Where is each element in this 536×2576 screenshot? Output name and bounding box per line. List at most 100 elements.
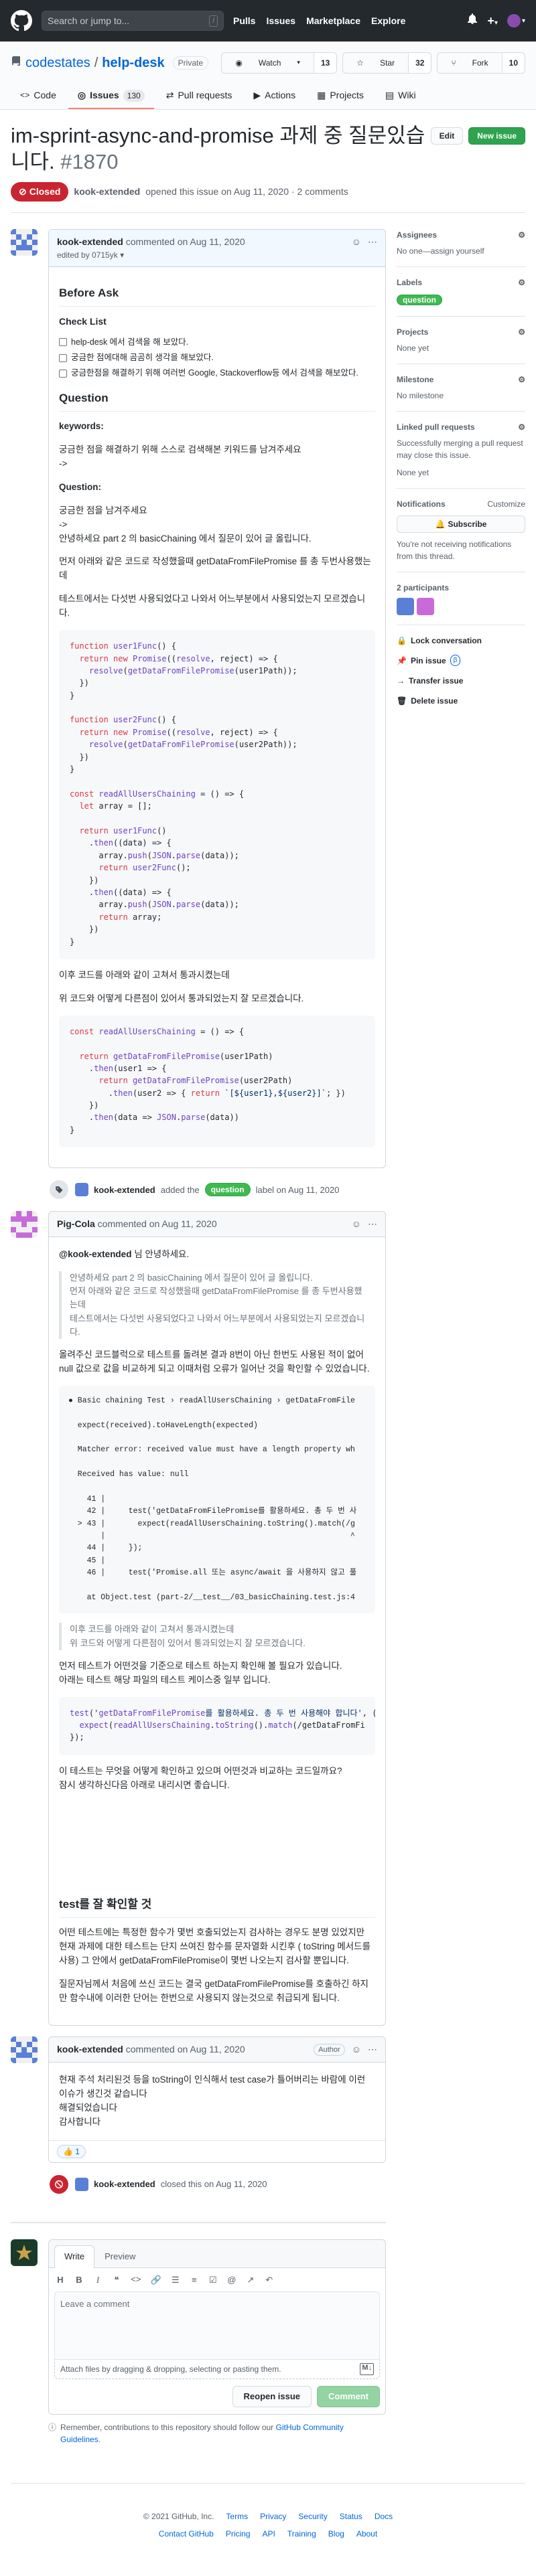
bell-icon[interactable] (467, 13, 478, 28)
checkbox[interactable] (59, 353, 67, 362)
heading-icon[interactable]: H (56, 2273, 65, 2287)
quote-icon[interactable]: ❝ (112, 2273, 121, 2287)
gear-icon[interactable]: ⚙ (518, 326, 525, 338)
gear-icon[interactable]: ⚙ (518, 421, 525, 433)
tab-wiki[interactable]: ▤ Wiki (376, 83, 425, 109)
mention-icon[interactable]: @ (227, 2273, 237, 2287)
assignees-value[interactable]: No one—assign yourself (397, 245, 525, 257)
fork-count[interactable]: 10 (501, 53, 525, 73)
footer-link-contact[interactable]: Contact GitHub (159, 2528, 214, 2540)
reply-icon[interactable]: ↶ (265, 2273, 274, 2287)
kebab-horizontal-icon[interactable]: ⋯ (368, 235, 377, 249)
bold-icon[interactable]: B (74, 2273, 84, 2287)
tab-issues[interactable]: ◎ Issues 130 (68, 83, 154, 109)
tab-write[interactable]: Write (54, 2245, 95, 2268)
footer-link-docs[interactable]: Docs (375, 2510, 393, 2522)
fork-button-group[interactable]: ⑂ Fork 10 (437, 52, 525, 74)
avatar[interactable] (11, 2239, 38, 2267)
comment-date[interactable]: commented on Aug 11, 2020 (126, 236, 245, 247)
edited-by-text[interactable]: edited by 0715yk (57, 250, 118, 260)
thumbs-up-reaction[interactable]: 👍 1 (57, 2145, 86, 2159)
gear-icon[interactable]: ⚙ (518, 229, 525, 241)
footer-link-terms[interactable]: Terms (226, 2510, 248, 2522)
unordered-list-icon[interactable]: ☰ (171, 2273, 180, 2287)
ordered-list-icon[interactable]: ≡ (190, 2273, 199, 2287)
tab-code[interactable]: <> Code (11, 83, 66, 109)
user-menu[interactable]: ▾ (507, 14, 525, 27)
nav-pulls[interactable]: Pulls (233, 14, 255, 28)
attach-files-bar[interactable]: Attach files by dragging & dropping, sel… (54, 2360, 380, 2380)
comment-date[interactable]: commented on Aug 11, 2020 (126, 2044, 245, 2055)
avatar[interactable] (11, 1211, 38, 1238)
delete-issue-link[interactable]: 🗑 Delete issue (397, 695, 525, 707)
comment-author[interactable]: kook-extended (57, 236, 123, 247)
pin-issue-link[interactable]: 📌 Pin issue β (397, 655, 525, 667)
mention-link[interactable]: @kook-extended (59, 1249, 131, 1259)
create-new-menu[interactable]: +▾ (487, 12, 498, 30)
footer-link-training[interactable]: Training (287, 2528, 316, 2540)
avatar[interactable] (75, 2178, 88, 2192)
participant-avatar[interactable] (397, 597, 414, 615)
avatar[interactable] (11, 228, 38, 256)
smiley-icon[interactable]: ☺ (352, 235, 361, 249)
footer-link-pricing[interactable]: Pricing (226, 2528, 251, 2540)
italic-icon[interactable]: I (93, 2273, 103, 2287)
tab-actions[interactable]: ▶ Actions (244, 83, 305, 109)
issue-author-link[interactable]: kook-extended (74, 185, 140, 199)
reopen-issue-button[interactable]: Reopen issue (232, 2386, 312, 2407)
watch-count[interactable]: 13 (313, 53, 337, 73)
label-question[interactable]: question (397, 294, 442, 305)
smiley-icon[interactable]: ☺ (352, 2042, 361, 2057)
event-actor[interactable]: kook-extended (94, 1184, 155, 1197)
footer-link-blog[interactable]: Blog (328, 2528, 344, 2540)
tasklist-icon[interactable]: ☑ (208, 2273, 218, 2287)
comment-author[interactable]: Pig-Cola (57, 1218, 95, 1229)
smiley-icon[interactable]: ☺ (352, 1217, 361, 1231)
lock-conversation-link[interactable]: 🔒 Lock conversation (397, 635, 525, 647)
nav-marketplace[interactable]: Marketplace (306, 14, 360, 28)
comment-textarea[interactable]: Leave a comment (54, 2291, 380, 2360)
gear-icon[interactable]: ⚙ (518, 374, 525, 386)
comment-button[interactable]: Comment (317, 2386, 380, 2407)
watch-button[interactable]: ◉ Watch ▾ (222, 53, 314, 73)
kebab-horizontal-icon[interactable]: ⋯ (368, 1217, 377, 1231)
gear-icon[interactable]: ⚙ (518, 276, 525, 289)
cross-reference-icon[interactable]: ↗ (246, 2273, 255, 2287)
comment-author[interactable]: kook-extended (57, 2044, 123, 2055)
markdown-icon[interactable]: M↓ (360, 2363, 374, 2376)
repo-name-link[interactable]: help-desk (102, 53, 164, 73)
link-icon[interactable]: 🔗 (151, 2273, 161, 2287)
subscribe-button[interactable]: 🔔 Subscribe (397, 515, 525, 533)
label-question[interactable]: question (204, 1183, 251, 1197)
edit-title-button[interactable]: Edit (430, 127, 464, 145)
footer-link-api[interactable]: API (263, 2528, 275, 2540)
checkbox[interactable] (59, 369, 67, 378)
avatar[interactable] (11, 2036, 38, 2064)
nav-explore[interactable]: Explore (371, 14, 405, 28)
participant-avatar[interactable] (417, 597, 434, 615)
star-button[interactable]: ☆ Star (343, 53, 408, 73)
code-icon[interactable]: <> (131, 2273, 141, 2287)
github-logo-icon[interactable] (11, 10, 32, 31)
footer-link-security[interactable]: Security (298, 2510, 327, 2522)
footer-link-about[interactable]: About (356, 2528, 377, 2540)
customize-link[interactable]: Customize (487, 498, 525, 510)
event-actor[interactable]: kook-extended (94, 2178, 155, 2191)
checkbox[interactable] (59, 338, 67, 347)
tab-projects[interactable]: ▦ Projects (308, 83, 373, 109)
comment-date[interactable]: commented on Aug 11, 2020 (98, 1218, 217, 1229)
footer-link-privacy[interactable]: Privacy (260, 2510, 286, 2522)
tab-preview[interactable]: Preview (94, 2245, 145, 2267)
transfer-issue-link[interactable]: → Transfer issue (397, 675, 525, 687)
watch-button-group[interactable]: ◉ Watch ▾ 13 (221, 52, 338, 74)
fork-button[interactable]: ⑂ Fork (438, 53, 501, 73)
star-count[interactable]: 32 (408, 53, 431, 73)
global-search-input[interactable]: Search or jump to... / (42, 11, 224, 31)
kebab-horizontal-icon[interactable]: ⋯ (368, 2042, 377, 2057)
star-button-group[interactable]: ☆ Star 32 (342, 52, 432, 74)
repo-owner-link[interactable]: codestates (25, 53, 90, 73)
footer-link-status[interactable]: Status (340, 2510, 362, 2522)
avatar[interactable] (75, 1183, 88, 1197)
new-issue-button[interactable]: New issue (468, 127, 525, 145)
tab-pull-requests[interactable]: ⇄ Pull requests (157, 83, 242, 109)
